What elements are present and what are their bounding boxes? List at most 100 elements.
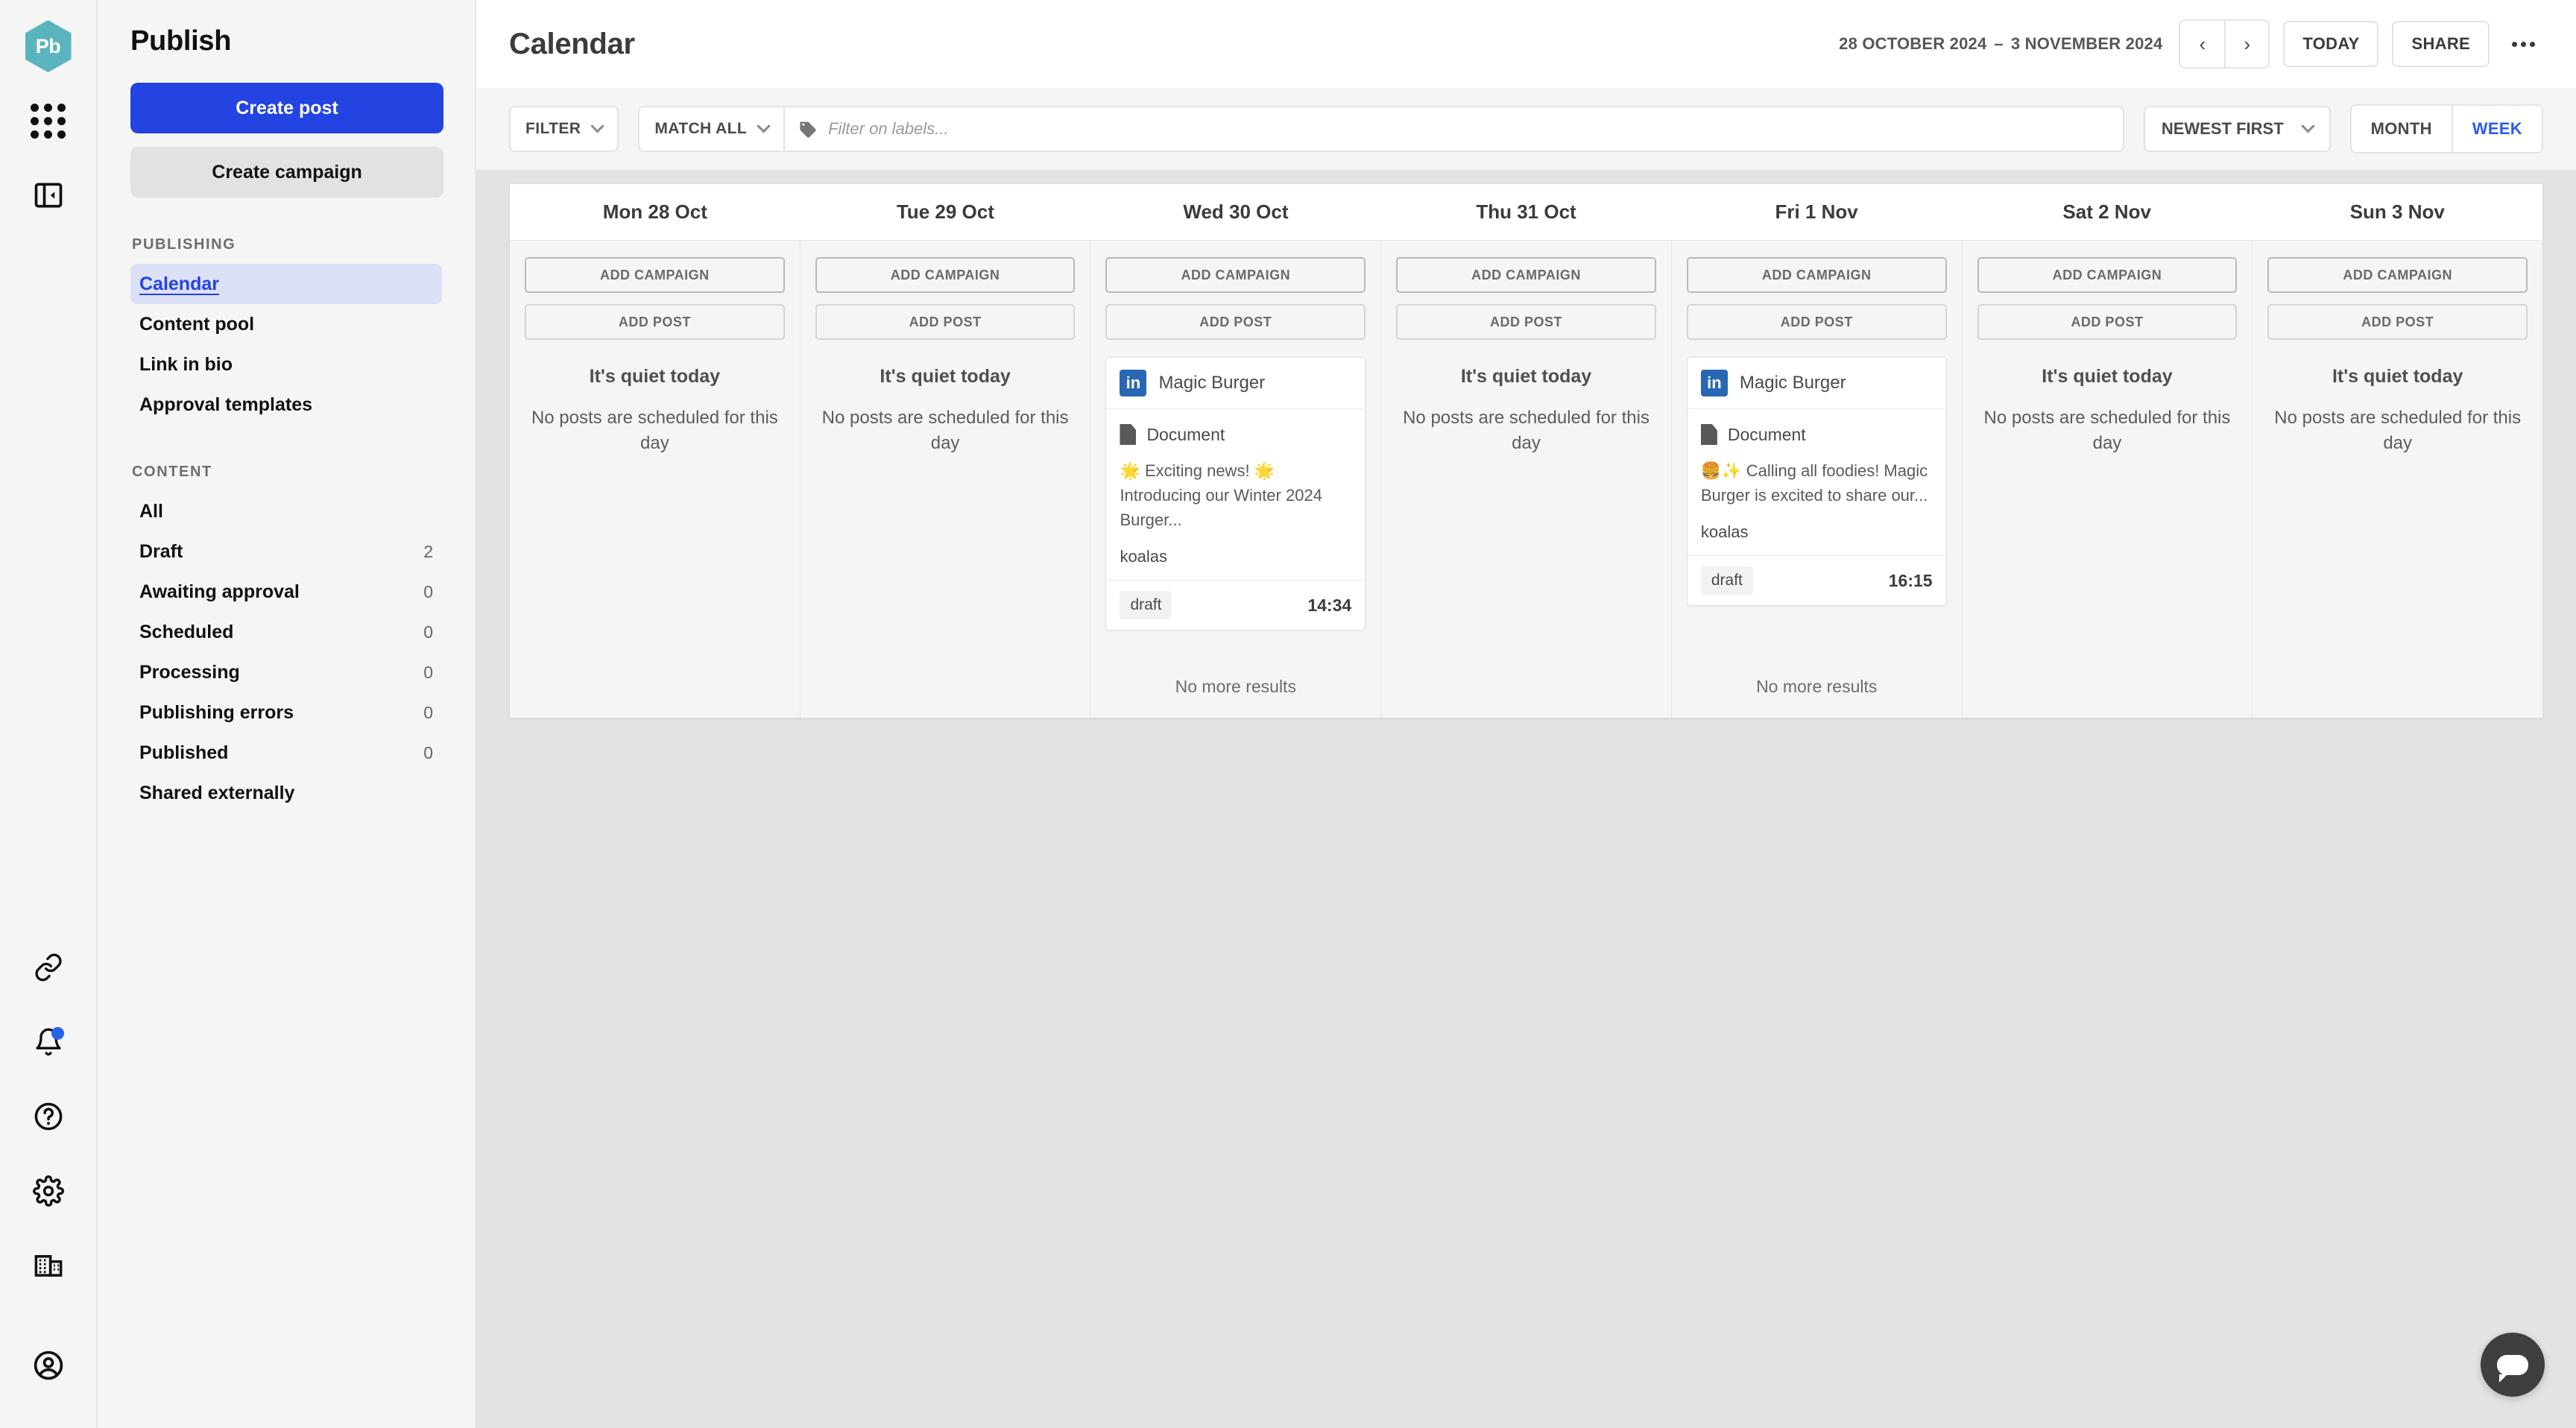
sidebar-section-publishing-heading: PUBLISHING <box>132 236 236 253</box>
collapse-panel-icon[interactable] <box>22 168 75 222</box>
day-header: Fri 1 Nov <box>1775 200 1858 223</box>
sidebar-item-content-pool[interactable]: Content pool <box>130 304 442 344</box>
view-month-button[interactable]: MONTH <box>2351 106 2452 152</box>
document-icon <box>1700 424 1717 445</box>
post-card-footer: draft 16:15 <box>1688 556 1946 605</box>
date-range: 28 OCTOBER 2024–3 NOVEMBER 2024 <box>1839 34 2162 54</box>
sidebar: Publish Create post Create campaign PUBL… <box>98 0 476 1428</box>
chat-bubble-button[interactable] <box>2481 1333 2545 1397</box>
building-icon[interactable] <box>22 1239 75 1292</box>
post-card[interactable]: in Magic Burger Document 🍔✨ Calling all … <box>1686 357 1947 606</box>
no-more-results: No more results <box>1175 677 1296 696</box>
add-post-button[interactable]: ADD POST <box>2267 304 2528 340</box>
prev-week-button[interactable]: ‹ <box>2180 21 2225 67</box>
add-campaign-button[interactable]: ADD CAMPAIGN <box>1105 257 1366 293</box>
view-toggle-group: MONTH WEEK <box>2349 104 2543 154</box>
empty-state: It's quiet today No posts are scheduled … <box>815 366 1076 456</box>
sidebar-item-publishing-errors[interactable]: Publishing errors 0 <box>130 692 442 733</box>
add-campaign-button[interactable]: ADD CAMPAIGN <box>815 257 1076 293</box>
pb-logo-icon[interactable]: Pb <box>22 19 75 73</box>
sidebar-item-draft[interactable]: Draft 2 <box>130 531 442 572</box>
sidebar-item-label: Content pool <box>139 313 255 335</box>
sidebar-section-content-heading: CONTENT <box>132 464 212 480</box>
empty-state-title: It's quiet today <box>1460 366 1592 387</box>
filter-dropdown[interactable]: FILTER <box>509 106 619 152</box>
bell-icon[interactable] <box>22 1015 75 1069</box>
post-card-header: in Magic Burger <box>1106 358 1366 409</box>
empty-state-subtitle: No posts are scheduled for this day <box>2274 408 2522 454</box>
calendar-body: ADD CAMPAIGN ADD POST It's quiet today N… <box>510 241 2543 718</box>
app-root: Pb Publish Create post Create campaign P… <box>0 0 2576 1428</box>
create-campaign-button[interactable]: Create campaign <box>130 147 443 198</box>
linkedin-icon: in <box>1700 370 1728 397</box>
empty-state: It's quiet today No posts are scheduled … <box>2267 366 2528 456</box>
day-column-fri-1-nov: ADD CAMPAIGN ADD POST in Magic Burger Do… <box>1671 241 1963 718</box>
sidebar-item-label: Link in bio <box>139 353 233 375</box>
calendar-grid: Mon 28 Oct Tue 29 Oct Wed 30 Oct Thu 31 … <box>509 183 2543 718</box>
add-campaign-button[interactable]: ADD CAMPAIGN <box>2267 257 2528 293</box>
match-mode-label: MATCH ALL <box>654 120 748 137</box>
create-post-button[interactable]: Create post <box>130 83 443 133</box>
add-post-button[interactable]: ADD POST <box>815 304 1076 340</box>
more-options-icon[interactable] <box>2503 24 2543 64</box>
sidebar-item-scheduled[interactable]: Scheduled 0 <box>130 612 442 652</box>
day-header: Mon 28 Oct <box>602 200 707 223</box>
sidebar-item-label: Approval templates <box>139 394 313 415</box>
empty-state-title: It's quiet today <box>2332 366 2463 387</box>
sidebar-item-calendar[interactable]: Calendar <box>130 264 442 304</box>
add-post-button[interactable]: ADD POST <box>1977 304 2238 340</box>
add-campaign-button[interactable]: ADD CAMPAIGN <box>1396 257 1656 293</box>
post-type: Document <box>1120 424 1351 445</box>
day-column-mon-28-oct: ADD CAMPAIGN ADD POST It's quiet today N… <box>510 241 801 718</box>
add-post-button[interactable]: ADD POST <box>1105 304 1366 340</box>
empty-state-subtitle: No posts are scheduled for this day <box>1983 408 2231 454</box>
post-label: koalas <box>1700 522 1749 541</box>
share-button[interactable]: SHARE <box>2392 21 2490 67</box>
today-button[interactable]: TODAY <box>2283 21 2379 67</box>
match-mode-dropdown[interactable]: MATCH ALL <box>638 106 784 152</box>
add-campaign-button[interactable]: ADD CAMPAIGN <box>1977 257 2238 293</box>
sidebar-item-awaiting-approval[interactable]: Awaiting approval 0 <box>130 572 442 612</box>
add-post-button[interactable]: ADD POST <box>1396 304 1656 340</box>
link-icon[interactable] <box>22 941 75 994</box>
apps-grid-icon[interactable] <box>22 94 75 148</box>
sidebar-item-link-in-bio[interactable]: Link in bio <box>130 344 442 385</box>
day-header: Sat 2 Nov <box>2062 200 2151 223</box>
chat-bubble-icon <box>2497 1354 2528 1383</box>
day-header: Tue 29 Oct <box>896 200 994 223</box>
sort-dropdown[interactable]: NEWEST FIRST <box>2143 106 2331 152</box>
post-card-footer: draft 14:34 <box>1106 581 1365 630</box>
sidebar-item-approval-templates[interactable]: Approval templates <box>130 385 442 425</box>
user-circle-icon[interactable] <box>22 1339 75 1392</box>
sidebar-item-count: 2 <box>423 541 433 561</box>
tag-icon <box>798 119 818 139</box>
sidebar-item-shared-externally[interactable]: Shared externally <box>130 773 442 813</box>
date-nav-group: ‹ › <box>2179 19 2270 69</box>
add-campaign-button[interactable]: ADD CAMPAIGN <box>1686 257 1947 293</box>
label-filter-input[interactable] <box>828 119 2109 139</box>
day-header: Sun 3 Nov <box>2349 200 2445 223</box>
sidebar-item-published[interactable]: Published 0 <box>130 733 442 773</box>
empty-state-subtitle: No posts are scheduled for this day <box>1403 408 1650 454</box>
post-card[interactable]: in Magic Burger Document 🌟 Exciting news… <box>1105 357 1366 631</box>
help-circle-icon[interactable] <box>22 1090 75 1143</box>
add-post-button[interactable]: ADD POST <box>1686 304 1947 340</box>
filter-bar: FILTER MATCH ALL Filter on labels... NEW… <box>476 88 2576 170</box>
day-column-tue-29-oct: ADD CAMPAIGN ADD POST It's quiet today N… <box>800 241 1091 718</box>
date-range-start: 28 OCTOBER 2024 <box>1839 34 1987 53</box>
next-week-button[interactable]: › <box>2224 21 2269 67</box>
add-campaign-button[interactable]: ADD CAMPAIGN <box>525 257 785 293</box>
label-filter-input-wrap[interactable] <box>783 106 2124 152</box>
label-filter-group: MATCH ALL <box>638 106 2124 152</box>
view-week-button[interactable]: WEEK <box>2451 106 2542 152</box>
add-post-button[interactable]: ADD POST <box>525 304 785 340</box>
document-icon <box>1120 424 1137 445</box>
sidebar-item-all[interactable]: All <box>130 491 442 531</box>
sidebar-item-count: 0 <box>423 581 433 601</box>
post-time: 14:34 <box>1307 595 1352 615</box>
logo-text: Pb <box>35 34 61 57</box>
sidebar-item-processing[interactable]: Processing 0 <box>130 652 442 692</box>
gear-icon[interactable] <box>22 1164 75 1218</box>
no-more-results: No more results <box>1756 677 1878 696</box>
chevron-down-icon <box>590 119 605 133</box>
